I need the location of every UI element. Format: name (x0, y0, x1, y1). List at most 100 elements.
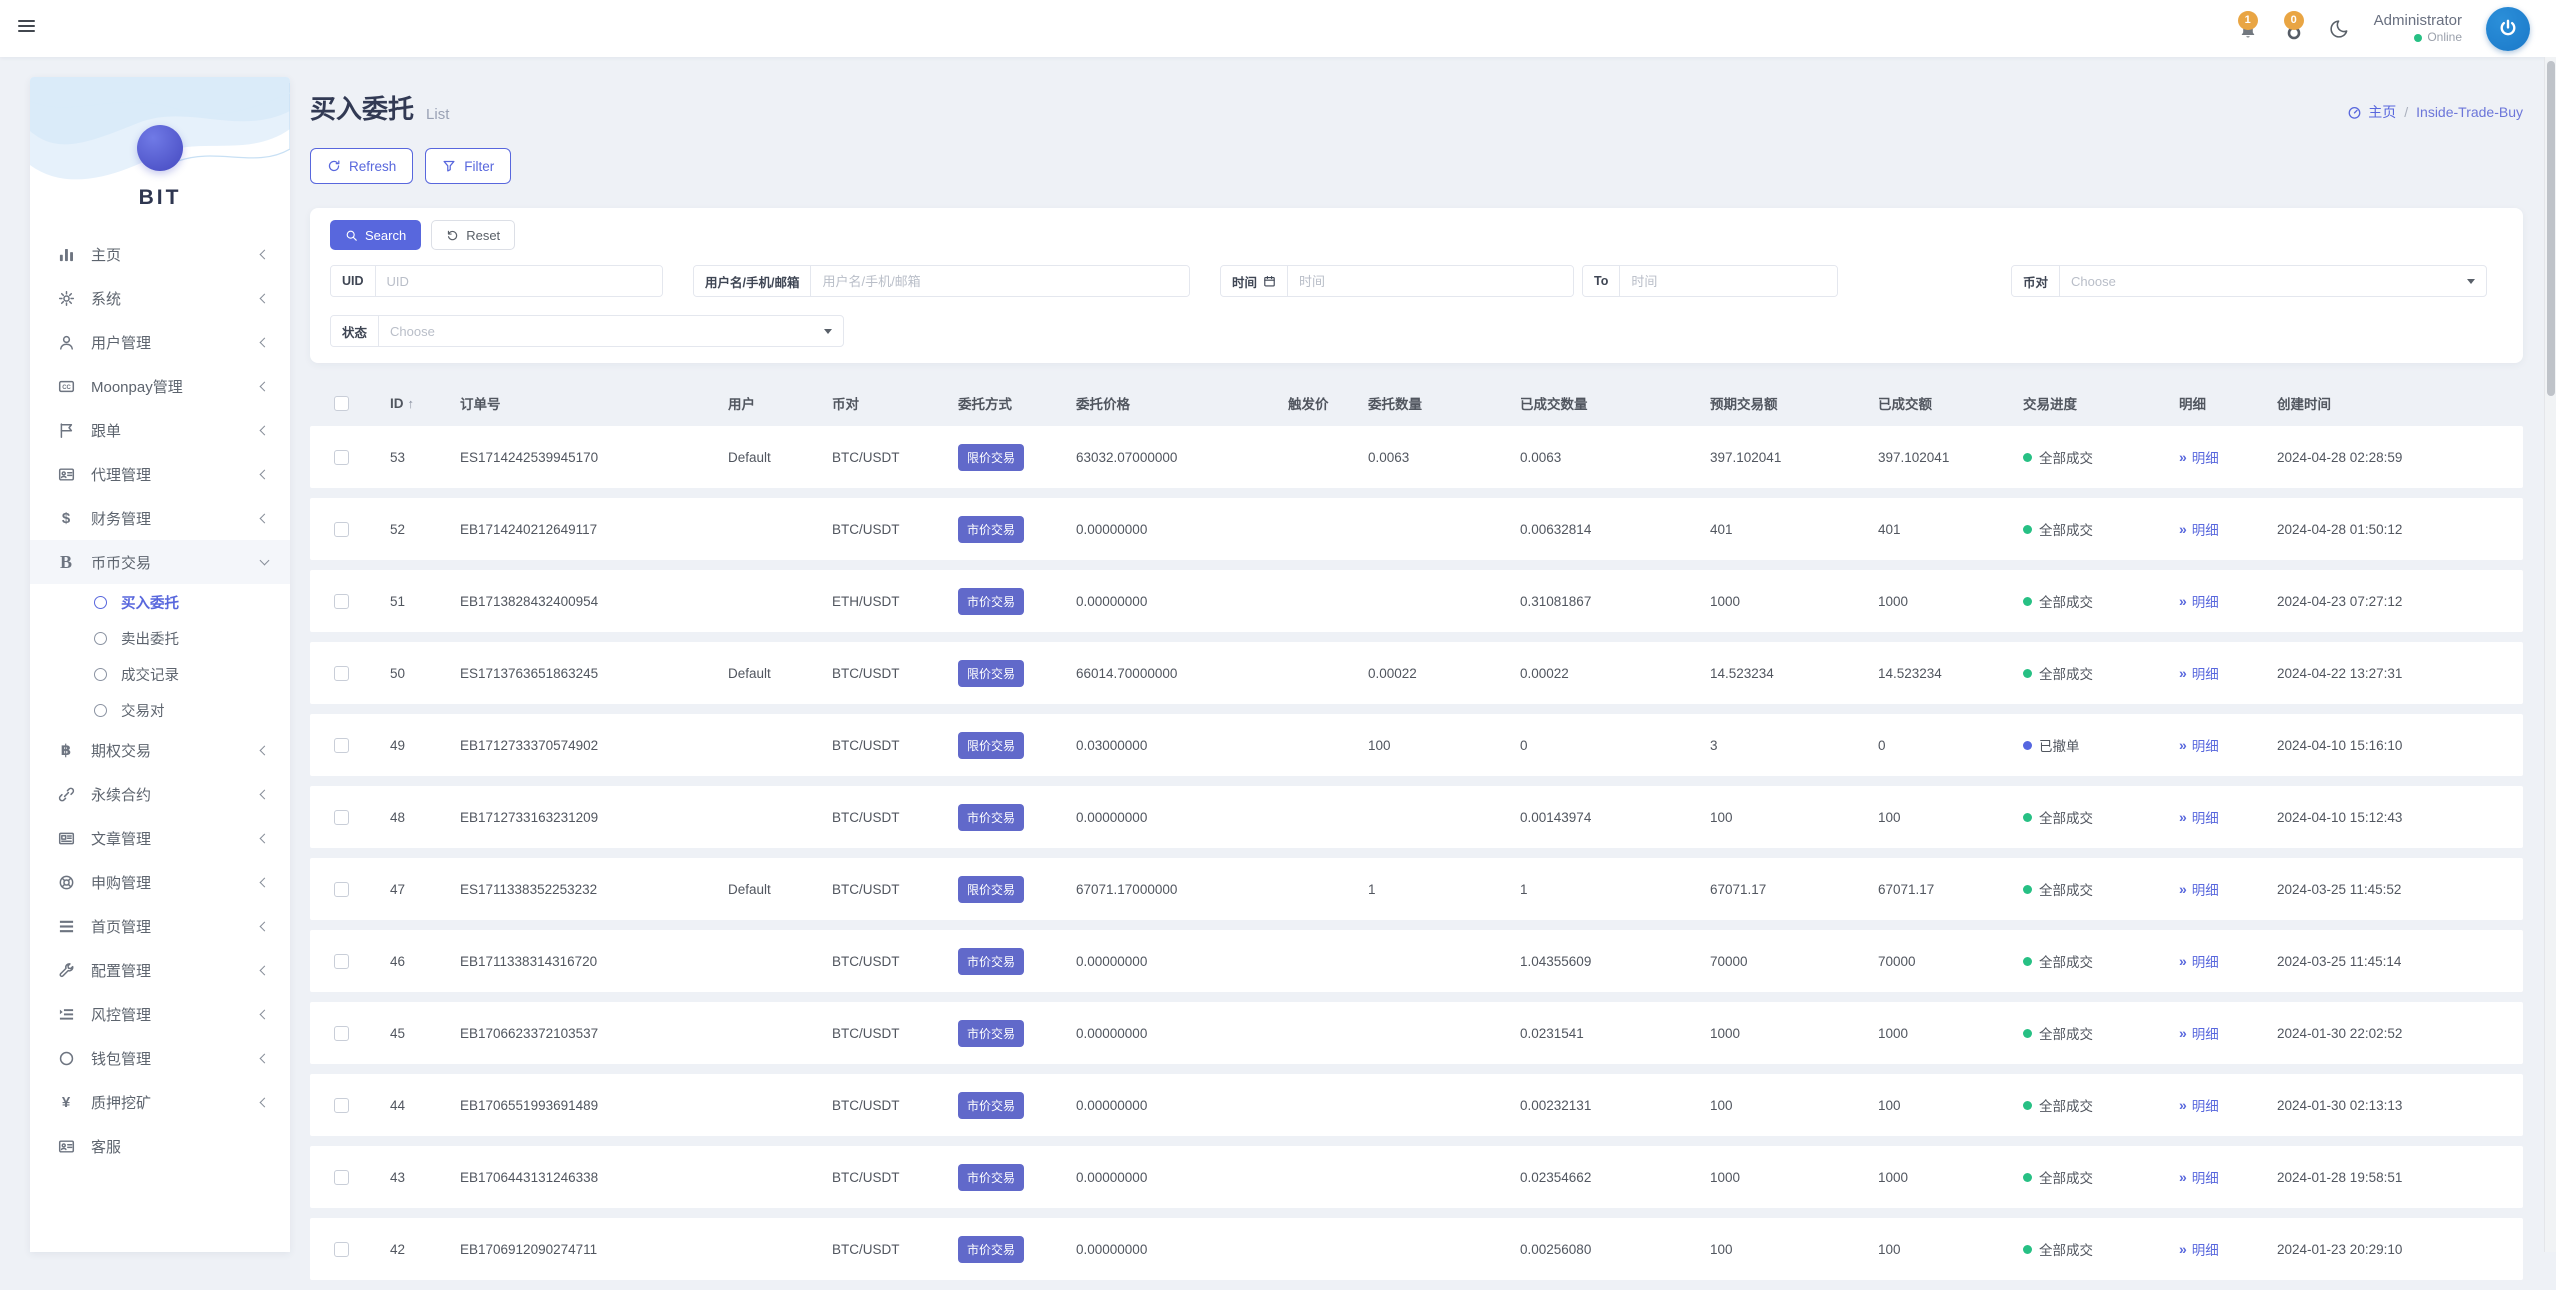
row-checkbox[interactable] (334, 666, 349, 681)
detail-link[interactable]: » 明细 (2179, 951, 2219, 971)
row-checkbox[interactable] (334, 594, 349, 609)
cell-filled-amount: 0.0231541 (1520, 1026, 1710, 1041)
detail-link[interactable]: » 明细 (2179, 735, 2219, 755)
detail-link[interactable]: » 明细 (2179, 1095, 2219, 1115)
double-arrow-icon: » (2179, 881, 2187, 897)
sidebar-item-2[interactable]: 用户管理 (30, 320, 290, 364)
sidebar-item-6[interactable]: $ 财务管理 (30, 496, 290, 540)
time-to-input[interactable] (1620, 266, 1837, 296)
sidebar-item-9[interactable]: 永续合约 (30, 772, 290, 816)
detail-link[interactable]: » 明细 (2179, 879, 2219, 899)
sidebar-item-11[interactable]: 申购管理 (30, 860, 290, 904)
sidebar-item-5[interactable]: 代理管理 (30, 452, 290, 496)
row-checkbox[interactable] (334, 1242, 349, 1257)
row-checkbox[interactable] (334, 882, 349, 897)
cell-user: Default (728, 882, 832, 897)
cell-created-time: 2024-04-28 02:28:59 (2277, 450, 2499, 465)
select-all-checkbox[interactable] (334, 396, 349, 411)
svg-text:CC: CC (62, 384, 71, 390)
sidebar-item-1[interactable]: 系统 (30, 276, 290, 320)
sidebar-item-3[interactable]: CC Moonpay管理 (30, 364, 290, 408)
cell-id: 42 (390, 1242, 460, 1257)
hamburger-menu-icon[interactable] (18, 20, 35, 35)
cell-expected-value: 67071.17 (1710, 882, 1878, 897)
time-from-input[interactable] (1288, 266, 1573, 296)
scrollbar-track[interactable] (2544, 57, 2556, 1252)
dashboard-icon (2347, 105, 2362, 120)
column-header-3: 币对 (832, 393, 958, 413)
status-dot (2023, 1173, 2032, 1182)
reset-button[interactable]: Reset (431, 220, 515, 250)
cell-price: 0.00000000 (1076, 594, 1288, 609)
cell-order-no: EB1714240212649117 (460, 522, 728, 537)
detail-link[interactable]: » 明细 (2179, 1167, 2219, 1187)
column-header-5: 委托价格 (1076, 393, 1288, 413)
cell-progress: 已撤单 (2023, 735, 2179, 755)
refresh-button[interactable]: Refresh (310, 148, 413, 184)
cell-order-no: ES1714242539945170 (460, 450, 728, 465)
scrollbar-thumb[interactable] (2547, 61, 2555, 396)
time-from-label: 时间 (1221, 266, 1288, 296)
sidebar-subitem-3[interactable]: 交易对 (30, 692, 290, 728)
detail-link[interactable]: » 明细 (2179, 519, 2219, 539)
idcard-icon (56, 1138, 76, 1155)
breadcrumb-home-link[interactable]: 主页 (2347, 102, 2396, 122)
sidebar-item-10[interactable]: 文章管理 (30, 816, 290, 860)
avatar[interactable] (2486, 7, 2530, 51)
row-checkbox[interactable] (334, 1026, 349, 1041)
sidebar-subitem-2[interactable]: 成交记录 (30, 656, 290, 692)
row-checkbox[interactable] (334, 1098, 349, 1113)
row-checkbox[interactable] (334, 810, 349, 825)
uid-input[interactable] (376, 266, 662, 296)
detail-link[interactable]: » 明细 (2179, 591, 2219, 611)
dark-mode-moon-icon[interactable] (2329, 18, 2350, 39)
detail-link[interactable]: » 明细 (2179, 807, 2219, 827)
sidebar-subitem-1[interactable]: 卖出委托 (30, 620, 290, 656)
cell-filled-amount: 0.00632814 (1520, 522, 1710, 537)
user-block[interactable]: Administrator Online (2374, 12, 2462, 46)
double-arrow-icon: » (2179, 665, 2187, 681)
cell-created-time: 2024-01-30 02:13:13 (2277, 1098, 2499, 1113)
online-dot (2414, 34, 2422, 42)
sidebar-item-17[interactable]: 客服 (30, 1124, 290, 1168)
sidebar-subitem-0[interactable]: 买入委托 (30, 584, 290, 620)
sidebar-item-7[interactable]: B 币币交易 (30, 540, 290, 584)
order-type-badge: 市价交易 (958, 1020, 1024, 1047)
cell-amount: 0.0063 (1368, 450, 1520, 465)
bell-notification-icon[interactable]: 1 (2237, 16, 2259, 42)
sidebar-item-12[interactable]: 首页管理 (30, 904, 290, 948)
pair-select[interactable]: Choose (2060, 266, 2486, 296)
sidebar-item-0[interactable]: 主页 (30, 232, 290, 276)
sidebar-item-15[interactable]: 钱包管理 (30, 1036, 290, 1080)
row-checkbox[interactable] (334, 522, 349, 537)
alerts-circle-icon[interactable]: 0 (2283, 16, 2305, 42)
cell-created-time: 2024-01-30 22:02:52 (2277, 1026, 2499, 1041)
filter-button[interactable]: Filter (425, 148, 511, 184)
row-checkbox[interactable] (334, 450, 349, 465)
status-select[interactable]: Choose (379, 316, 843, 346)
row-checkbox[interactable] (334, 1170, 349, 1185)
status-dot (2023, 885, 2032, 894)
detail-link[interactable]: » 明细 (2179, 1023, 2219, 1043)
double-arrow-icon: » (2179, 1097, 2187, 1113)
alerts-count-badge: 0 (2284, 11, 2304, 30)
account-input[interactable] (811, 266, 1189, 296)
chevron-icon (260, 469, 270, 479)
sidebar-item-4[interactable]: 跟单 (30, 408, 290, 452)
cell-progress: 全部成交 (2023, 1239, 2179, 1259)
detail-link[interactable]: » 明细 (2179, 663, 2219, 683)
column-header-0[interactable]: ID↑ (390, 393, 460, 413)
sidebar-item-8[interactable]: ฿ 期权交易 (30, 728, 290, 772)
detail-link[interactable]: » 明细 (2179, 1239, 2219, 1259)
table-row: 43 EB1706443131246338 BTC/USDT 市价交易 0.00… (310, 1146, 2523, 1208)
sidebar-item-14[interactable]: 风控管理 (30, 992, 290, 1036)
sidebar-item-16[interactable]: ¥ 质押挖矿 (30, 1080, 290, 1124)
row-checkbox[interactable] (334, 954, 349, 969)
sidebar-item-13[interactable]: 配置管理 (30, 948, 290, 992)
filter-card: Search Reset UID 用户名/手机/邮箱 时间 (310, 208, 2523, 363)
row-checkbox[interactable] (334, 738, 349, 753)
cell-price: 0.00000000 (1076, 1098, 1288, 1113)
detail-link[interactable]: » 明细 (2179, 447, 2219, 467)
cell-expected-value: 397.102041 (1710, 450, 1878, 465)
search-button[interactable]: Search (330, 220, 421, 250)
